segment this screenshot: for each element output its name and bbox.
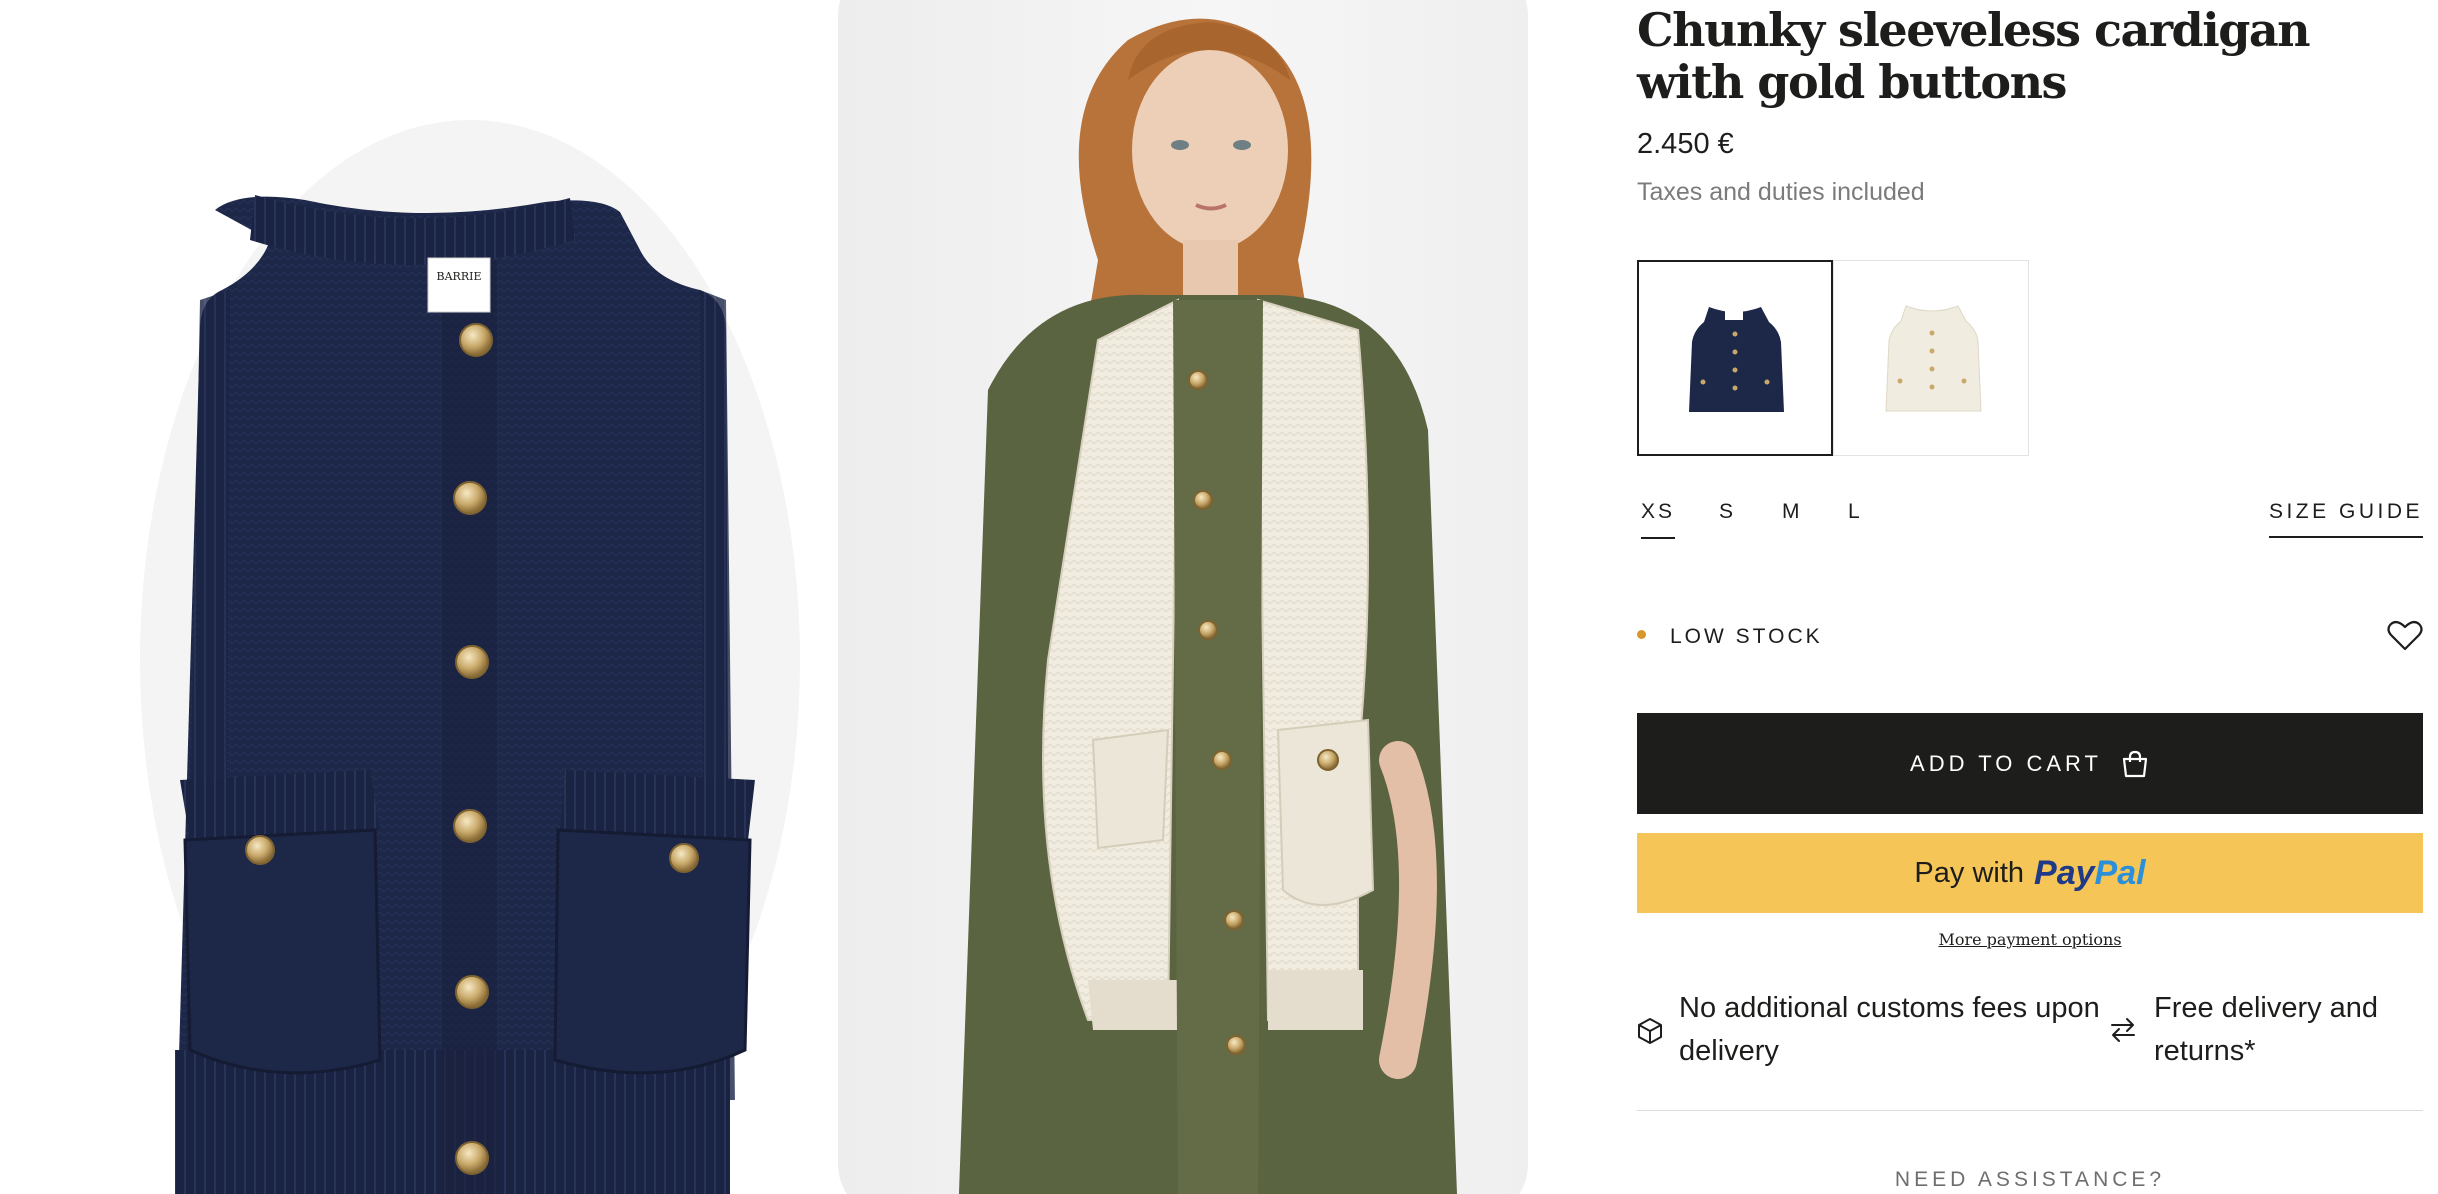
size-option-m[interactable]: M — [1782, 500, 1803, 524]
customs-info: No additional customs fees upon delivery — [1679, 987, 2100, 1073]
product-image-flatlay[interactable]: BARRIE — [0, 0, 825, 1194]
product-title: Chunky sleeveless cardigan with gold but… — [1637, 3, 2311, 109]
tax-note: Taxes and duties included — [1637, 178, 1925, 206]
delivery-line-2: returns* — [2154, 1035, 2256, 1067]
add-to-cart-label: ADD TO CART — [1910, 750, 2102, 776]
exchange-arrows-icon — [2111, 1018, 2135, 1042]
add-to-cart-button[interactable]: ADD TO CART — [1637, 713, 2423, 814]
paypal-logo: PayPal — [2034, 853, 2146, 892]
color-swatch-navy[interactable] — [1637, 260, 1833, 456]
need-assistance-link[interactable]: NEED ASSISTANCE? — [1637, 1168, 2423, 1192]
product-price: 2.450 € — [1637, 128, 1734, 160]
customs-line-2: delivery — [1679, 1035, 1779, 1067]
delivery-info: Free delivery and returns* — [2154, 987, 2378, 1073]
shopping-bag-icon — [2122, 750, 2148, 777]
color-swatch-cream[interactable] — [1833, 260, 2029, 456]
paypal-prefix: Pay with — [1914, 856, 2025, 889]
stock-indicator-dot — [1637, 630, 1646, 639]
product-info-panel: Chunky sleeveless cardigan with gold but… — [1637, 0, 2423, 1194]
size-option-xs[interactable]: XS — [1641, 500, 1676, 539]
delivery-line-1: Free delivery and — [2154, 992, 2379, 1024]
navy-vest-thumbnail — [1689, 307, 1784, 412]
paypal-button[interactable]: Pay with PayPal — [1637, 833, 2423, 913]
size-guide-link[interactable]: SIZE GUIDE — [2268, 500, 2423, 538]
cream-vest-thumbnail — [1885, 305, 1982, 412]
more-payment-options-link[interactable]: More payment options — [1637, 930, 2423, 949]
brand-label-text: BARRIE — [437, 270, 482, 283]
section-divider — [1637, 1110, 2423, 1111]
heart-icon[interactable] — [2387, 618, 2423, 652]
package-icon — [1638, 1018, 1662, 1044]
stock-status: LOW STOCK — [1670, 625, 1823, 648]
size-option-l[interactable]: L — [1848, 500, 1863, 524]
customs-line-1: No additional customs fees upon — [1679, 992, 2100, 1024]
size-option-s[interactable]: S — [1719, 500, 1736, 524]
product-image-model[interactable] — [838, 0, 1528, 1194]
